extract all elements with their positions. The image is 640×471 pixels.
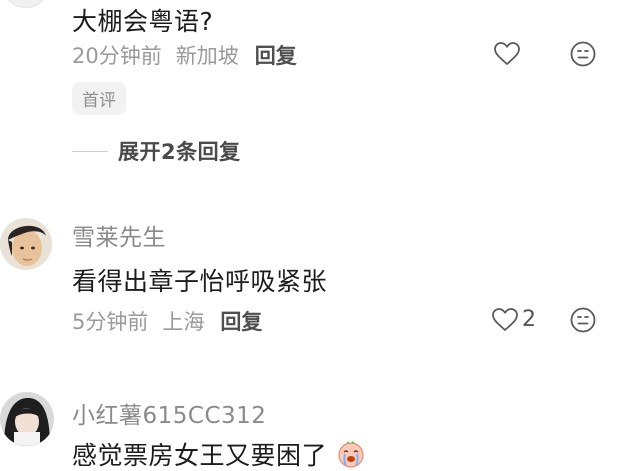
expand-replies-button[interactable]: 展开2条回复 [72, 136, 241, 166]
reply-button[interactable]: 回复 [255, 40, 297, 70]
neutral-face-icon [570, 307, 596, 333]
comment-feed: 大棚会粤语? 20分钟前 新加坡 回复 首评 展开2条回复 雪莱先生 看得出章子… [0, 0, 640, 471]
comment-item: 大棚会粤语? 20分钟前 新加坡 回复 首评 展开2条回复 [0, 0, 640, 180]
like-button[interactable] [494, 42, 520, 66]
comment-time: 20分钟前 [72, 44, 162, 68]
comment-time: 5分钟前 [72, 310, 149, 334]
comment-body-text: 感觉票房女王又要困了 [72, 441, 328, 470]
avatar[interactable] [2, 0, 50, 8]
heart-outline-icon [494, 42, 520, 65]
neutral-face-icon [570, 41, 596, 67]
comment-body: 大棚会粤语? [72, 7, 214, 36]
dislike-button[interactable] [570, 41, 596, 71]
comment-username[interactable]: 雪莱先生 [72, 218, 166, 252]
avatar-image [0, 392, 54, 446]
avatar[interactable] [0, 218, 52, 270]
comment-location: 上海 [162, 310, 205, 334]
expand-replies-label: 展开2条回复 [118, 140, 241, 164]
avatar-image [0, 218, 52, 270]
comment-body: 看得出章子怡呼吸紧张 [72, 267, 328, 296]
dislike-button[interactable] [570, 307, 596, 337]
reply-button[interactable]: 回复 [220, 306, 262, 336]
like-count: 2 [522, 307, 536, 332]
comment-meta: 20分钟前 新加坡 回复 [72, 40, 297, 70]
crying-laughing-face-emoji [338, 440, 365, 468]
comment-username[interactable]: 小红薯615CC312 [72, 396, 266, 430]
comment-meta: 5分钟前 上海 回复 [72, 306, 262, 336]
first-comment-tag: 首评 [72, 82, 126, 115]
like-button[interactable]: 2 [492, 307, 536, 332]
comment-body: 感觉票房女王又要困了 [72, 436, 365, 471]
comment-location: 新加坡 [175, 44, 239, 68]
avatar[interactable] [0, 392, 54, 446]
heart-outline-icon [492, 307, 518, 331]
comment-item: 雪莱先生 看得出章子怡呼吸紧张 5分钟前 上海 回复 2 [0, 218, 640, 348]
comment-item: 小红薯615CC312 感觉票房女王又要困了 [0, 392, 640, 471]
divider [72, 150, 108, 152]
